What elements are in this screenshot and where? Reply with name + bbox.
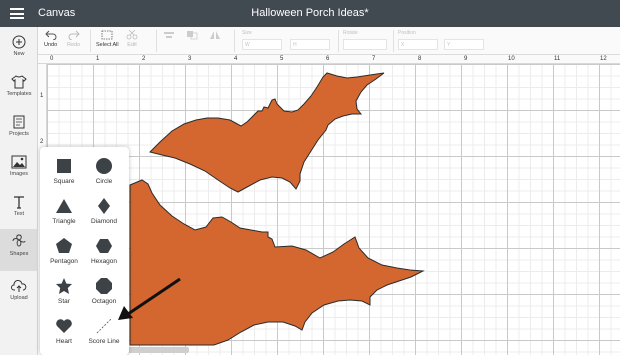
- shape-score-line[interactable]: Score Line: [82, 313, 126, 351]
- shapes-panel: Square Circle Triangle Diamond Pentagon …: [40, 147, 129, 355]
- shape-star[interactable]: Star: [42, 273, 86, 311]
- circle-icon: [96, 158, 112, 174]
- shape-label: Star: [58, 298, 70, 305]
- shape-octagon[interactable]: Octagon: [82, 273, 126, 311]
- shape-square[interactable]: Square: [42, 153, 86, 191]
- octagon-icon: [96, 278, 112, 294]
- shape-circle[interactable]: Circle: [82, 153, 126, 191]
- shape-triangle[interactable]: Triangle: [42, 193, 86, 231]
- bat-shape-upper[interactable]: [149, 72, 385, 193]
- shape-label: Hexagon: [90, 258, 118, 265]
- star-icon: [56, 278, 72, 294]
- shape-label: Circle: [95, 178, 113, 185]
- shape-heart[interactable]: Heart: [42, 313, 86, 351]
- pentagon-icon: [56, 238, 72, 253]
- shape-pentagon[interactable]: Pentagon: [42, 233, 86, 271]
- diamond-icon: [98, 198, 110, 214]
- shape-label: Square: [53, 178, 75, 185]
- shape-hexagon[interactable]: Hexagon: [82, 233, 126, 271]
- shape-label: Score Line: [88, 338, 120, 345]
- hexagon-icon: [96, 239, 112, 253]
- shape-label: Heart: [56, 338, 72, 345]
- shape-label: Pentagon: [50, 258, 78, 265]
- triangle-icon: [56, 199, 72, 213]
- shape-diamond[interactable]: Diamond: [82, 193, 126, 231]
- shape-label: Octagon: [91, 298, 117, 305]
- app-window: Canvas Halloween Porch Ideas* Undo Redo …: [0, 0, 620, 355]
- bat-shape-lower[interactable]: [129, 179, 425, 346]
- shape-label: Diamond: [90, 218, 117, 225]
- square-icon: [57, 159, 71, 173]
- heart-icon: [56, 319, 72, 333]
- shape-label: Triangle: [52, 218, 76, 225]
- score-line-icon: [96, 318, 112, 334]
